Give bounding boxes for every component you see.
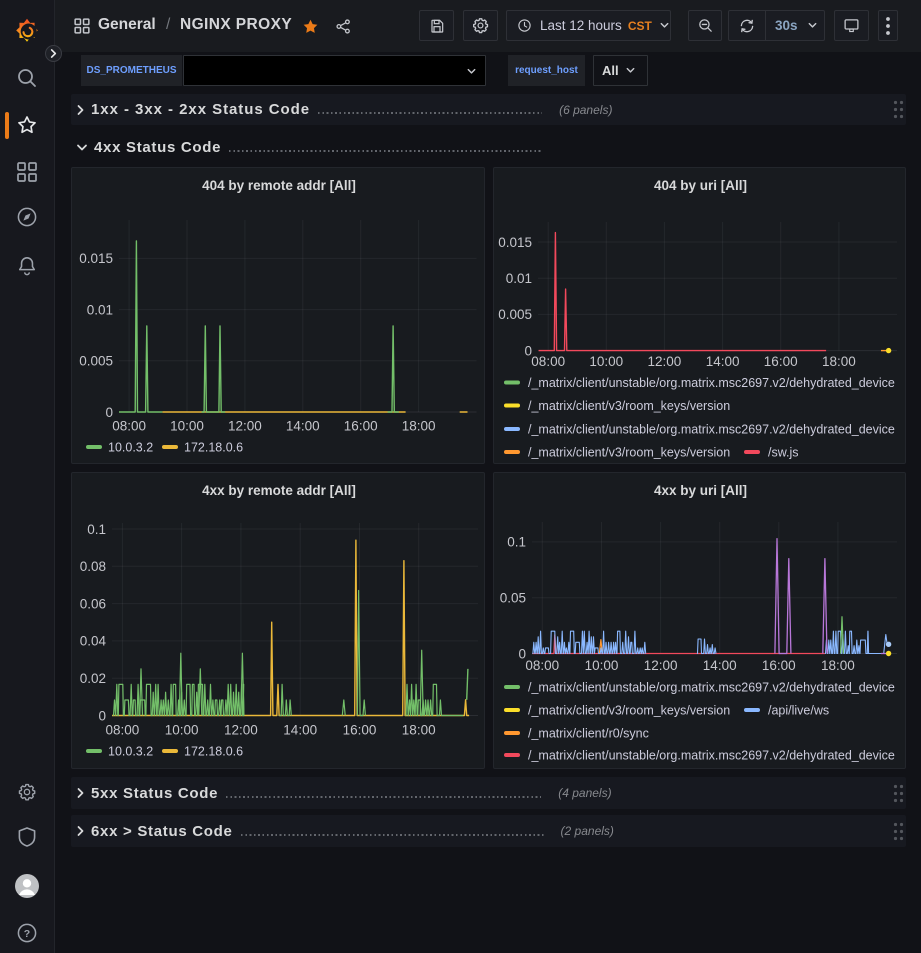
svg-text:16:00: 16:00: [344, 419, 378, 434]
svg-text:0.015: 0.015: [498, 235, 532, 250]
svg-text:/_matrix/client/v3/room_keys/v: /_matrix/client/v3/room_keys/version: [528, 704, 730, 718]
svg-text:08:00: 08:00: [531, 354, 565, 369]
svg-text:12:00: 12:00: [224, 723, 258, 738]
svg-text:0.01: 0.01: [506, 271, 532, 286]
svg-text:/_matrix/client/unstable/org.m: /_matrix/client/unstable/org.matrix.msc2…: [528, 681, 895, 695]
svg-text:12:00: 12:00: [648, 354, 682, 369]
svg-text:18:00: 18:00: [402, 419, 436, 434]
svg-text:14:00: 14:00: [286, 419, 320, 434]
svg-text:/_matrix/client/unstable/org.m: /_matrix/client/unstable/org.matrix.msc2…: [528, 376, 895, 390]
svg-text:/_matrix/client/v3/room_keys/v: /_matrix/client/v3/room_keys/version: [528, 446, 730, 460]
svg-text:404 by uri [All]: 404 by uri [All]: [654, 178, 747, 193]
svg-text:10.0.3.2: 10.0.3.2: [108, 441, 153, 455]
svg-text:08:00: 08:00: [112, 419, 146, 434]
svg-text:14:00: 14:00: [283, 723, 317, 738]
svg-text:18:00: 18:00: [402, 723, 436, 738]
svg-text:0.01: 0.01: [87, 302, 113, 317]
svg-text:4xx by uri [All]: 4xx by uri [All]: [654, 483, 747, 498]
svg-text:0.005: 0.005: [79, 354, 113, 369]
svg-text:172.18.0.6: 172.18.0.6: [184, 745, 243, 759]
svg-text:0.1: 0.1: [87, 522, 106, 537]
svg-text:16:00: 16:00: [762, 658, 796, 673]
svg-text:/_matrix/client/unstable/org.m: /_matrix/client/unstable/org.matrix.msc2…: [528, 423, 895, 437]
svg-text:14:00: 14:00: [706, 354, 740, 369]
svg-text:10:00: 10:00: [589, 354, 623, 369]
svg-text:/sw.js: /sw.js: [768, 446, 799, 460]
svg-text:10:00: 10:00: [585, 658, 619, 673]
svg-text:172.18.0.6: 172.18.0.6: [184, 441, 243, 455]
svg-text:16:00: 16:00: [343, 723, 377, 738]
svg-text:0.08: 0.08: [80, 559, 106, 574]
svg-text:0.04: 0.04: [80, 634, 107, 649]
svg-text:/_matrix/client/r0/sync: /_matrix/client/r0/sync: [528, 727, 649, 741]
svg-text:0.05: 0.05: [500, 591, 526, 606]
svg-text:16:00: 16:00: [764, 354, 798, 369]
svg-text:0: 0: [98, 708, 106, 723]
svg-text:10.0.3.2: 10.0.3.2: [108, 745, 153, 759]
svg-text:18:00: 18:00: [822, 354, 856, 369]
svg-text:0.06: 0.06: [80, 596, 106, 611]
svg-text:08:00: 08:00: [525, 658, 559, 673]
svg-text:0.02: 0.02: [80, 671, 106, 686]
svg-text:12:00: 12:00: [228, 419, 262, 434]
svg-text:10:00: 10:00: [165, 723, 199, 738]
svg-text:10:00: 10:00: [170, 419, 204, 434]
svg-text:4xx by remote addr [All]: 4xx by remote addr [All]: [202, 483, 356, 498]
svg-text:0.1: 0.1: [507, 535, 526, 550]
svg-text:0.015: 0.015: [79, 251, 113, 266]
svg-text:/_matrix/client/unstable/org.m: /_matrix/client/unstable/org.matrix.msc2…: [528, 749, 895, 763]
svg-text:404 by remote addr [All]: 404 by remote addr [All]: [202, 178, 356, 193]
svg-text:/api/live/ws: /api/live/ws: [768, 704, 829, 718]
svg-text:08:00: 08:00: [106, 723, 140, 738]
svg-text:/_matrix/client/v3/room_keys/v: /_matrix/client/v3/room_keys/version: [528, 399, 730, 413]
svg-text:14:00: 14:00: [703, 658, 737, 673]
svg-text:0.005: 0.005: [498, 307, 532, 322]
svg-text:12:00: 12:00: [644, 658, 678, 673]
svg-text:?: ?: [24, 928, 30, 940]
svg-text:18:00: 18:00: [821, 658, 855, 673]
